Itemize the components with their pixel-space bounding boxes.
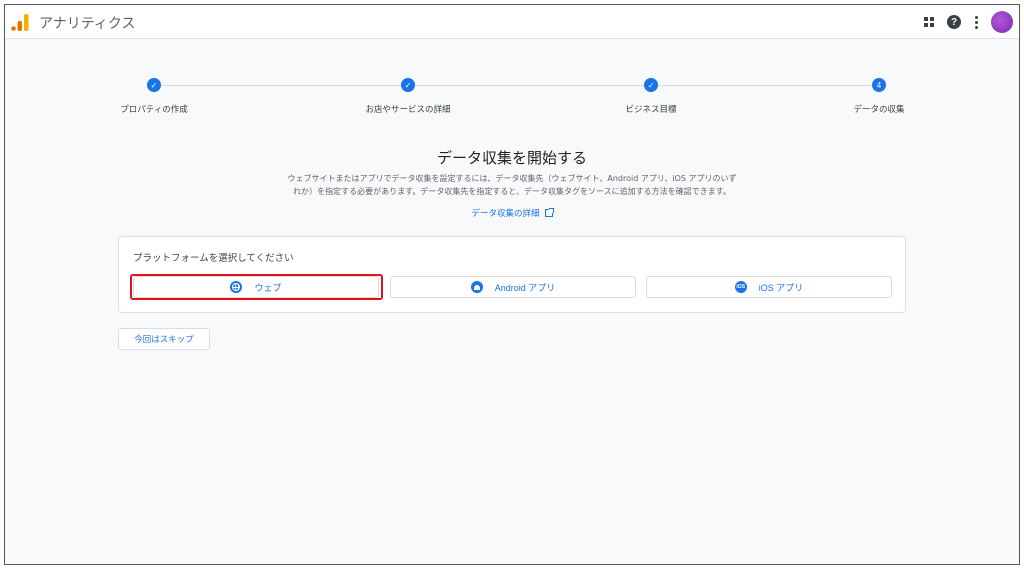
step-number: 4 bbox=[872, 78, 886, 92]
page-description: ウェブサイトまたはアプリでデータ収集を設定するには、データ収集先（ウェブサイト、… bbox=[252, 172, 772, 198]
platform-label: ウェブ bbox=[254, 282, 282, 293]
description-line: ウェブサイトまたはアプリでデータ収集を設定するには、データ収集先（ウェブサイト、… bbox=[287, 174, 737, 183]
step-label: ビジネス目標 bbox=[625, 105, 677, 115]
setup-stepper: ✓ プロパティの作成 ✓ お店やサービスの詳細 ✓ ビジネス目標 4 データの収… bbox=[5, 75, 1019, 125]
platform-select-card: プラットフォームを選択してください ウェブ Android アプリ iOS iO… bbox=[118, 236, 906, 313]
android-platform-button[interactable]: Android アプリ bbox=[390, 276, 636, 298]
ios-platform-button[interactable]: iOS iOS アプリ bbox=[646, 276, 892, 298]
step-business-objectives: ✓ ビジネス目標 bbox=[581, 75, 721, 115]
step-label: データの収集 bbox=[853, 105, 905, 115]
card-title: プラットフォームを選択してください bbox=[133, 253, 294, 264]
android-icon bbox=[470, 281, 483, 293]
check-icon: ✓ bbox=[401, 78, 415, 92]
top-bar-actions: ? bbox=[917, 10, 1013, 34]
step-data-collection: 4 データの収集 bbox=[809, 75, 949, 115]
step-label: お店やサービスの詳細 bbox=[365, 105, 451, 115]
skip-button[interactable]: 今回はスキップ bbox=[118, 328, 210, 350]
analytics-logo-icon[interactable] bbox=[11, 14, 29, 31]
page-title: データ収集を開始する bbox=[436, 149, 587, 167]
more-vert-icon[interactable] bbox=[975, 15, 979, 29]
learn-more-label[interactable]: データ収集の詳細 bbox=[471, 209, 539, 219]
learn-more-link[interactable]: データ収集の詳細 bbox=[5, 207, 1019, 219]
web-platform-button[interactable]: ウェブ bbox=[133, 276, 379, 298]
check-icon: ✓ bbox=[147, 78, 161, 92]
platform-label: Android アプリ bbox=[494, 282, 556, 293]
step-label: プロパティの作成 bbox=[120, 105, 188, 115]
top-app-bar: アナリティクス ? bbox=[5, 5, 1019, 39]
help-icon[interactable]: ? bbox=[947, 15, 961, 29]
description-line: れか）を指定する必要があります。データ収集先を指定すると、データ収集タグをソース… bbox=[293, 187, 731, 196]
check-icon: ✓ bbox=[644, 78, 658, 92]
step-create-property: ✓ プロパティの作成 bbox=[84, 75, 224, 115]
platform-label: iOS アプリ bbox=[758, 282, 804, 293]
step-business-details: ✓ お店やサービスの詳細 bbox=[338, 75, 478, 115]
app-title: アナリティクス bbox=[39, 16, 136, 32]
open-in-new-icon bbox=[544, 208, 554, 217]
apps-icon[interactable] bbox=[917, 10, 941, 34]
avatar[interactable] bbox=[991, 11, 1013, 33]
globe-icon bbox=[230, 281, 243, 293]
ios-icon: iOS bbox=[734, 281, 747, 293]
analytics-window: アナリティクス ? ✓ プロパティの作成 ✓ お店やサービスの詳細 ✓ ビジネス… bbox=[4, 4, 1020, 565]
